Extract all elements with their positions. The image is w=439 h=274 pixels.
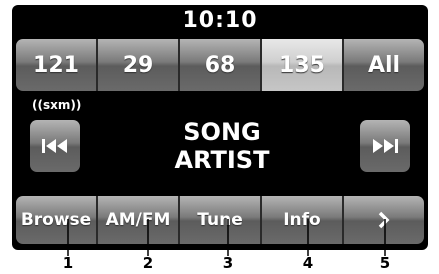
callout-2: 2 — [142, 254, 154, 272]
callout-1: 1 — [62, 254, 74, 272]
callout-4: 4 — [302, 254, 314, 272]
callout-3: 3 — [222, 254, 234, 272]
callout-5: 5 — [379, 254, 391, 272]
callout-lines — [67, 219, 386, 256]
